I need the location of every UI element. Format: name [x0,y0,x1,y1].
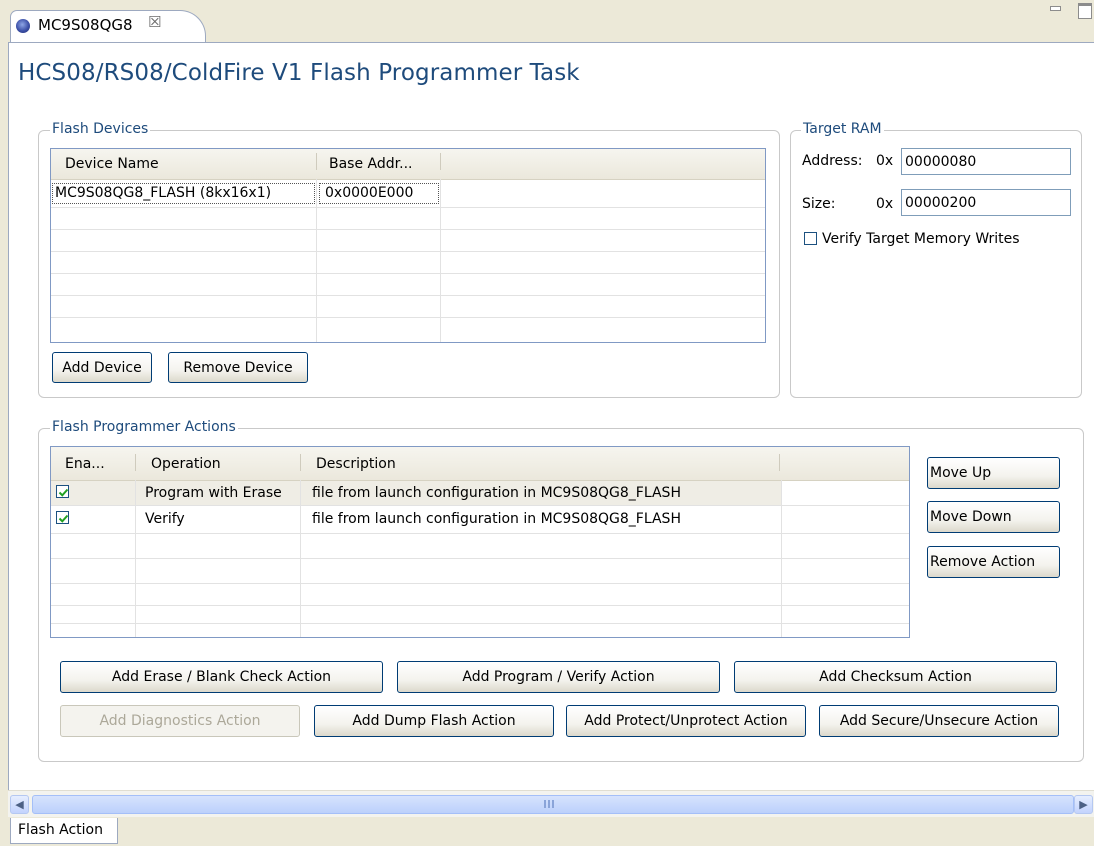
size-prefix: 0x [876,196,894,212]
checkmark-icon [58,514,69,523]
enable-checkbox[interactable] [56,511,69,524]
row-gridline [51,295,765,296]
scroll-right-icon[interactable]: ▶ [1074,795,1093,814]
horizontal-scrollbar[interactable]: ◀ ▶ [8,790,1094,817]
verify-writes-checkbox[interactable] [804,232,817,245]
address-input[interactable] [901,148,1071,175]
row-gridline [51,251,765,252]
scroll-left-icon[interactable]: ◀ [10,795,29,814]
table-row[interactable]: Verify file from launch configuration in… [51,507,781,531]
target-ram-legend: Target RAM [801,121,884,137]
flash-devices-legend: Flash Devices [50,121,151,137]
operation-cell: Program with Erase [145,485,282,501]
minimize-icon[interactable] [1050,6,1061,11]
column-separator[interactable] [135,454,136,471]
add-dump-flash-button[interactable]: Add Dump Flash Action [314,705,554,737]
column-header-description[interactable]: Description [316,456,396,472]
table-row[interactable]: MC9S08QG8_FLASH (8kx16x1) 0x0000E000 [51,181,441,205]
close-icon[interactable]: ☒ [148,13,161,31]
add-device-button[interactable]: Add Device [52,352,152,383]
row-gridline [51,533,909,534]
add-checksum-button[interactable]: Add Checksum Action [734,661,1057,693]
chip-icon [16,19,30,33]
row-gridline [51,623,909,624]
column-separator[interactable] [440,153,441,170]
maximize-icon[interactable] [1078,3,1092,19]
add-program-verify-button[interactable]: Add Program / Verify Action [397,661,720,693]
column-separator[interactable] [300,454,301,471]
tab-title: MC9S08QG8 [38,16,133,34]
add-erase-blank-check-button[interactable]: Add Erase / Blank Check Action [60,661,383,693]
table-header: Ena... Operation Description [51,447,909,481]
remove-device-button[interactable]: Remove Device [168,352,308,383]
row-gridline [51,558,909,559]
row-gridline [51,207,765,208]
row-gridline [51,605,909,606]
row-gridline [51,273,765,274]
add-protect-unprotect-button[interactable]: Add Protect/Unprotect Action [566,705,806,737]
description-cell: file from launch configuration in MC9S08… [312,511,681,527]
move-down-button[interactable]: Move Down [927,501,1060,533]
column-separator[interactable] [316,153,317,170]
row-gridline [51,505,909,506]
description-cell: file from launch configuration in MC9S08… [312,485,681,501]
page-title: HCS08/RS08/ColdFire V1 Flash Programmer … [18,60,580,86]
add-secure-unsecure-button[interactable]: Add Secure/Unsecure Action [819,705,1059,737]
enable-checkbox[interactable] [56,485,69,498]
checkmark-icon [58,488,69,497]
remove-action-button[interactable]: Remove Action [927,546,1060,578]
bottom-tab-bar [0,817,1094,846]
flash-devices-table: Device Name Base Addr... MC9S08QG8_FLASH… [50,148,766,343]
column-separator[interactable] [779,454,780,471]
verify-writes-label[interactable]: Verify Target Memory Writes [822,231,1020,247]
size-input[interactable] [901,189,1071,216]
operation-cell: Verify [145,511,185,527]
flash-actions-legend: Flash Programmer Actions [50,419,238,435]
device-name-cell: MC9S08QG8_FLASH (8kx16x1) [55,185,272,201]
column-header-enabled[interactable]: Ena... [65,456,105,472]
table-row[interactable]: Program with Erase file from launch conf… [51,481,781,505]
column-header-base-addr[interactable]: Base Addr... [329,156,412,172]
row-gridline [51,583,909,584]
column-header-device-name[interactable]: Device Name [65,156,159,172]
add-diagnostics-button[interactable]: Add Diagnostics Action [60,705,300,737]
move-up-button[interactable]: Move Up [927,457,1060,489]
column-gridline [781,480,782,637]
row-gridline [51,317,765,318]
address-label: Address: [802,153,863,169]
bottom-tab-label[interactable]: Flash Action [18,822,103,838]
column-header-operation[interactable]: Operation [151,456,221,472]
size-label: Size: [802,196,836,212]
row-gridline [51,229,765,230]
scroll-grip-icon [544,800,556,808]
actions-table: Ena... Operation Description Program wit… [50,446,910,638]
address-prefix: 0x [876,153,894,169]
table-header: Device Name Base Addr... [51,149,765,180]
base-addr-cell: 0x0000E000 [325,185,414,201]
